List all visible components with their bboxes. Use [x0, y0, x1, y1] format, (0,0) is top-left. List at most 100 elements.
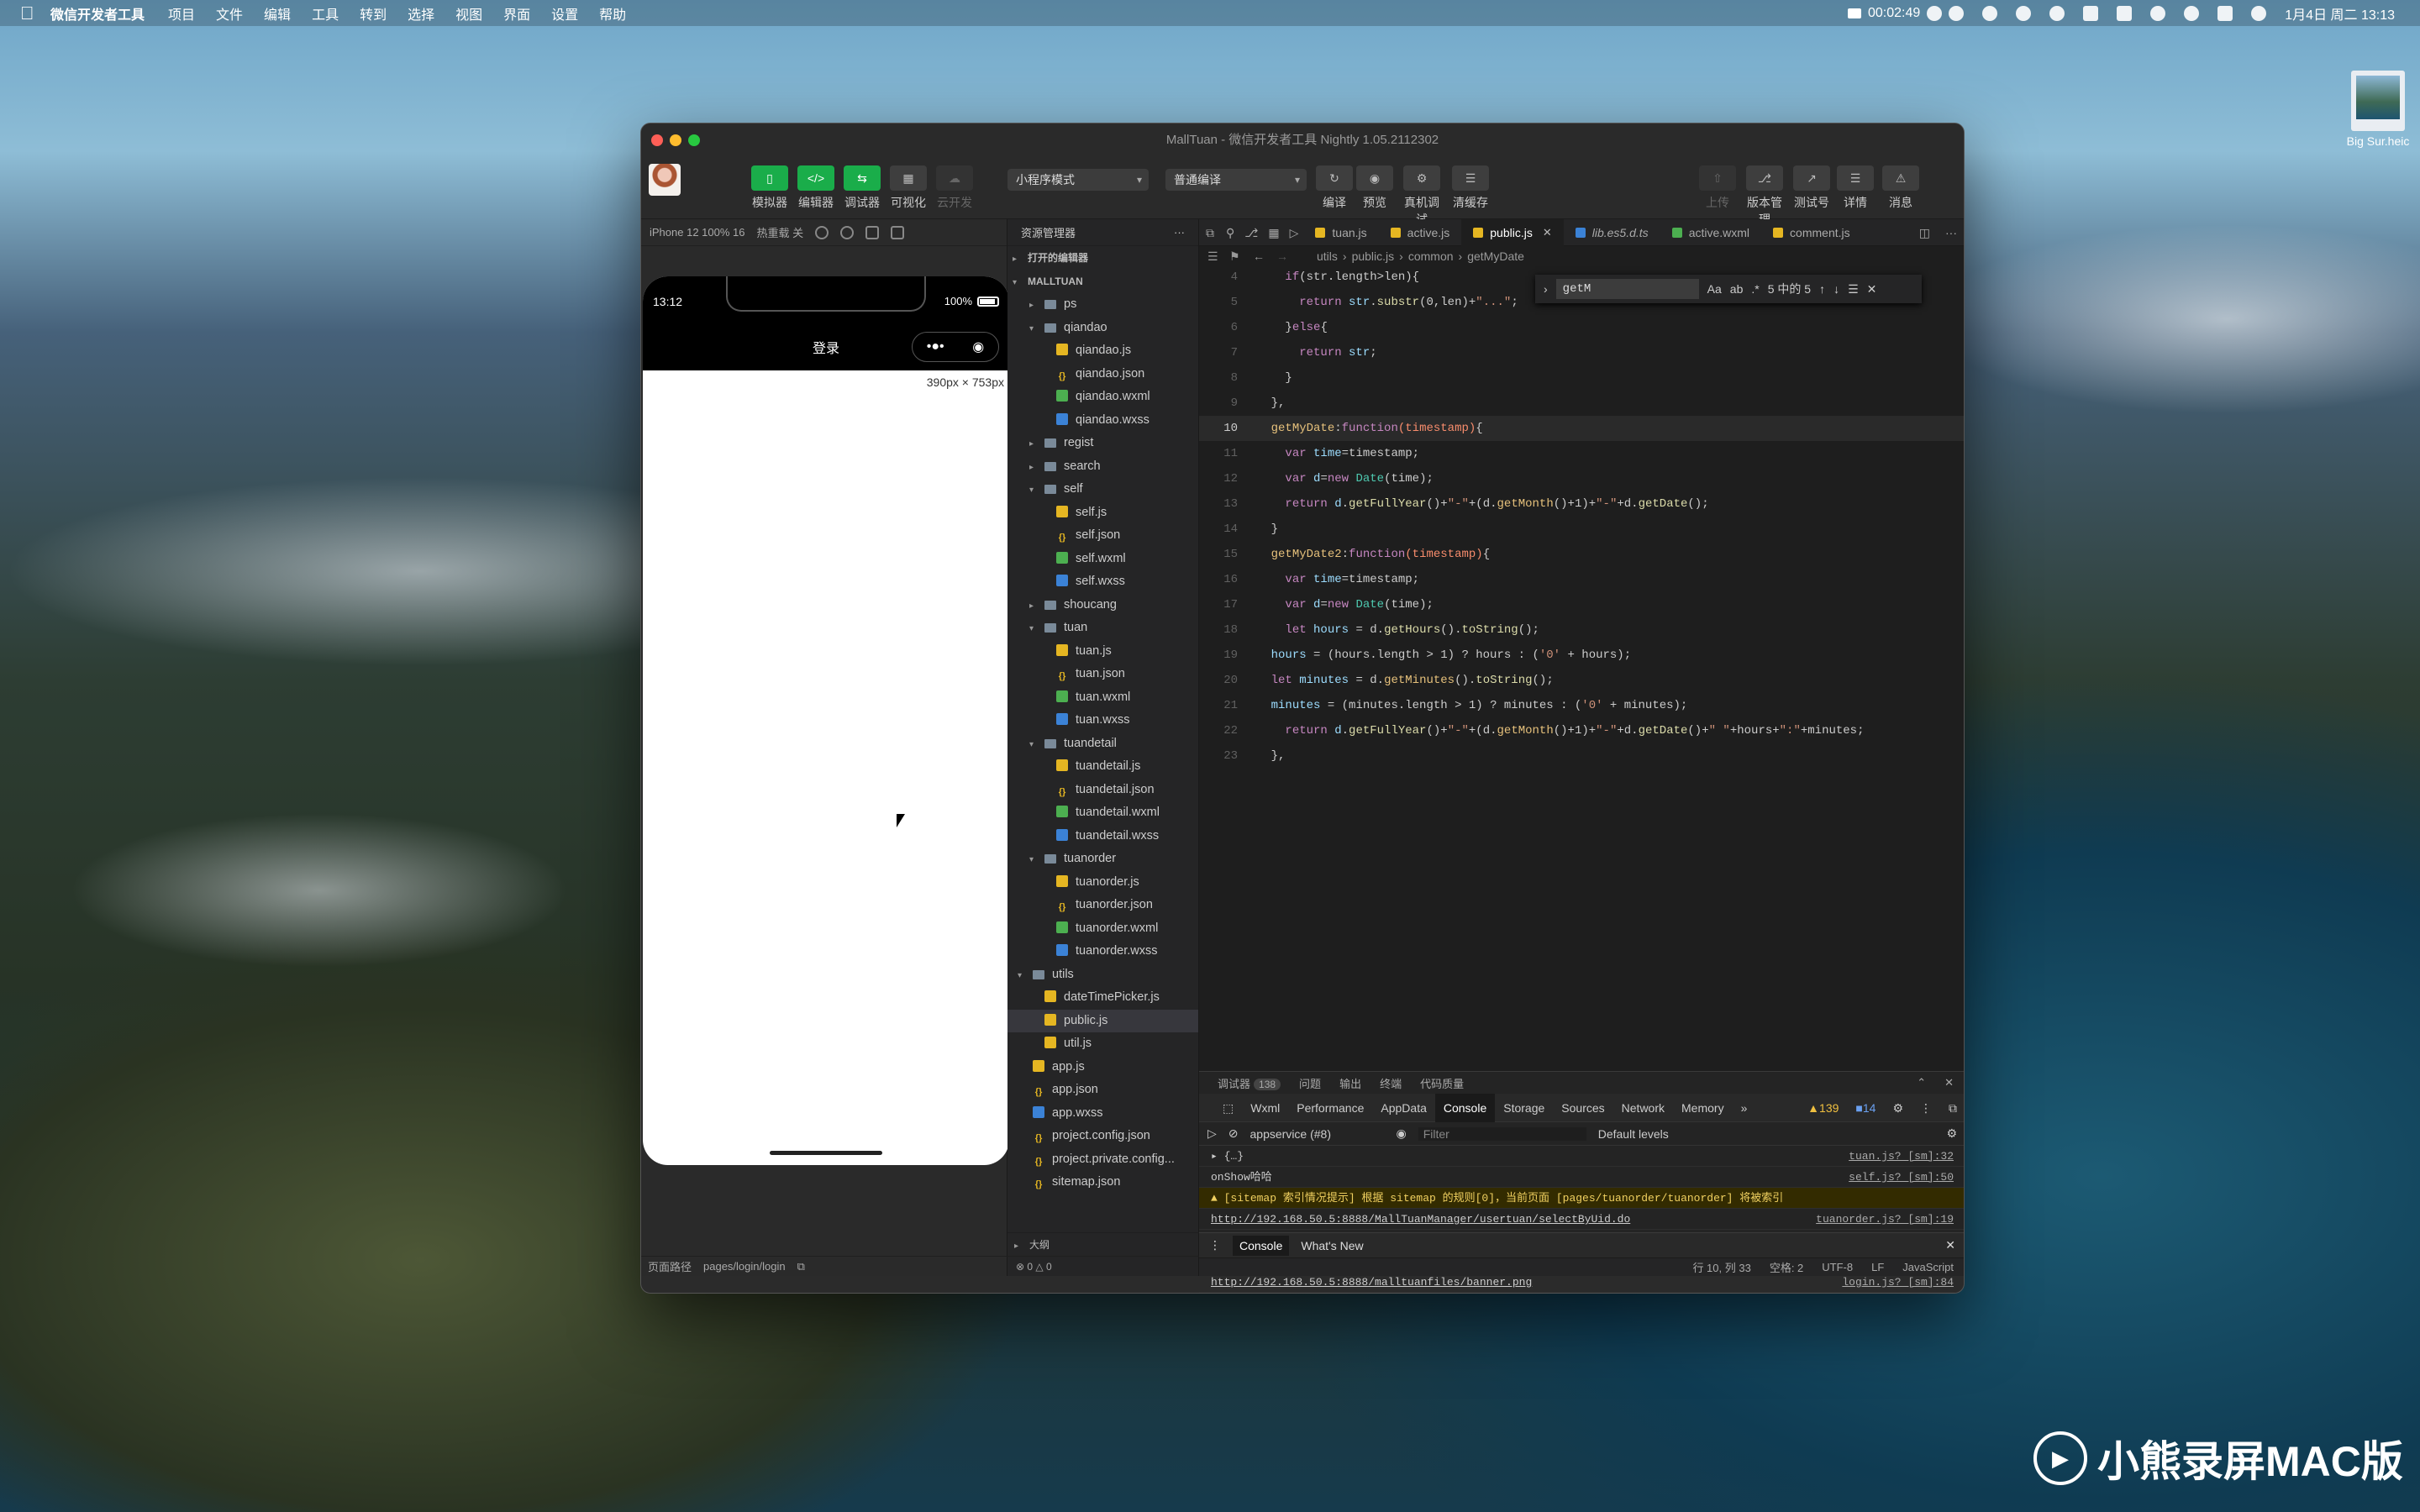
visual-button[interactable]: ▦ 可视化: [887, 165, 929, 211]
console-log-entry[interactable]: http://192.168.50.5:8888/MallTuanManager…: [1199, 1209, 1964, 1230]
code-area[interactable]: 4 if(str.length>len){5 return str.substr…: [1199, 270, 1964, 765]
editor-tab[interactable]: active.wxml: [1660, 219, 1761, 246]
tab-wxml[interactable]: Wxml: [1242, 1094, 1288, 1122]
console-log-entry[interactable]: ▸ {…} tuan.js? [sm]:32: [1199, 1146, 1964, 1167]
zoom-window-button[interactable]: [688, 134, 700, 146]
search-icon[interactable]: [2150, 5, 2166, 21]
inspect-icon[interactable]: ⬚: [1214, 1094, 1242, 1122]
kebab-menu-icon[interactable]: ⋮: [1912, 1094, 1940, 1122]
file-item[interactable]: {} project.config.json: [1007, 1125, 1198, 1148]
open-editors-section[interactable]: ▸ 打开的编辑器: [1007, 246, 1198, 270]
editor-button[interactable]: </> 编辑器: [795, 165, 837, 211]
more-dots-icon[interactable]: •●•: [927, 339, 944, 354]
problems-summary[interactable]: ⊗ 0 △ 0: [1007, 1256, 1199, 1276]
tab-performance[interactable]: Performance: [1288, 1094, 1372, 1122]
device-select[interactable]: iPhone 12 100% 16: [650, 226, 744, 239]
avatar[interactable]: [649, 164, 681, 196]
code-line[interactable]: 11 var time=timestamp;: [1199, 441, 1964, 466]
settings-gear-icon[interactable]: ⚙: [1884, 1094, 1912, 1122]
device-icon[interactable]: [865, 225, 880, 239]
code-line[interactable]: 17 var d=new Date(time);: [1199, 592, 1964, 617]
log-source-link[interactable]: tuan.js? [sm]:32: [1849, 1146, 1954, 1167]
editor-tab[interactable]: lib.es5.d.ts: [1564, 219, 1660, 246]
minimize-window-button[interactable]: [670, 134, 681, 146]
bookmark-icon[interactable]: ⚑: [1229, 249, 1240, 264]
split-files-icon[interactable]: ⧉: [1199, 219, 1221, 246]
back-icon[interactable]: ←: [1253, 249, 1265, 263]
apple-icon[interactable]: : [20, 3, 37, 22]
menu-app-name[interactable]: 微信开发者工具: [50, 3, 145, 24]
file-item[interactable]: {} tuanorder.json: [1007, 894, 1198, 917]
code-line[interactable]: 14 }: [1199, 517, 1964, 542]
folder-item[interactable]: ▾ utils: [1007, 963, 1198, 987]
file-item[interactable]: qiandao.wxml: [1007, 386, 1198, 409]
siri-icon[interactable]: [2251, 5, 2267, 21]
breadcrumb-object[interactable]: common: [1408, 249, 1454, 263]
indent-setting[interactable]: 空格: 2: [1770, 1259, 1803, 1275]
tab-problems[interactable]: 问题: [1299, 1075, 1321, 1091]
grid-app-icon[interactable]: [2083, 5, 2099, 21]
close-icon[interactable]: ✕: [1867, 282, 1877, 297]
breadcrumb-file[interactable]: public.js: [1352, 249, 1395, 263]
tab-code-quality[interactable]: 代码质量: [1420, 1075, 1464, 1091]
file-item[interactable]: util.js: [1007, 1032, 1198, 1056]
log-levels-select[interactable]: Default levels: [1598, 1127, 1669, 1141]
page-path-label[interactable]: 页面路径: [648, 1258, 692, 1274]
code-line[interactable]: 12 var d=new Date(time);: [1199, 466, 1964, 491]
folder-item[interactable]: ▾ tuandetail: [1007, 732, 1198, 756]
list-icon[interactable]: ☰: [1207, 249, 1218, 264]
context-select[interactable]: appservice (#8): [1250, 1127, 1385, 1141]
code-line[interactable]: 16 var time=timestamp;: [1199, 567, 1964, 592]
log-source-link[interactable]: self.js? [sm]:50: [1849, 1167, 1954, 1188]
drawer-tab-whats-new[interactable]: What's New: [1301, 1239, 1363, 1252]
file-item[interactable]: tuanorder.js: [1007, 871, 1198, 895]
code-line[interactable]: 9 },: [1199, 391, 1964, 416]
tab-memory[interactable]: Memory: [1673, 1094, 1733, 1122]
code-line[interactable]: 7 return str;: [1199, 340, 1964, 365]
file-item[interactable]: {} self.json: [1007, 524, 1198, 548]
more-icon[interactable]: ···: [1937, 219, 1964, 246]
compile-button[interactable]: ↻ 编译: [1313, 165, 1355, 211]
language-mode[interactable]: JavaScript: [1902, 1261, 1954, 1273]
file-item[interactable]: {} qiandao.json: [1007, 363, 1198, 386]
forward-icon[interactable]: →: [1276, 249, 1288, 263]
details-button[interactable]: ☰ 详情: [1834, 165, 1876, 211]
miniprogram-capsule[interactable]: •●• ◉: [912, 332, 999, 362]
folder-item[interactable]: ▾ self: [1007, 478, 1198, 501]
code-line[interactable]: 10 getMyDate:function(timestamp){: [1199, 416, 1964, 441]
log-link[interactable]: http://192.168.50.5:8888/MallTuanManager…: [1211, 1213, 1630, 1226]
code-line[interactable]: 8 }: [1199, 365, 1964, 391]
file-item[interactable]: tuan.wxss: [1007, 709, 1198, 732]
code-line[interactable]: 15 getMyDate2:function(timestamp){: [1199, 542, 1964, 567]
tab-debugger[interactable]: 调试器 138: [1218, 1075, 1281, 1091]
upload-button[interactable]: ⇧ 上传: [1697, 165, 1739, 211]
editor-tab[interactable]: tuan.js: [1303, 219, 1378, 246]
folder-item[interactable]: ▸ ps: [1007, 293, 1198, 317]
file-item[interactable]: {} tuan.json: [1007, 663, 1198, 686]
close-window-button[interactable]: [651, 134, 663, 146]
file-item[interactable]: self.js: [1007, 501, 1198, 525]
search-icon[interactable]: ⚲: [1221, 219, 1239, 246]
file-item[interactable]: {} app.json: [1007, 1079, 1198, 1102]
clear-cache-button[interactable]: ☰ 清缓存: [1449, 165, 1491, 211]
code-line[interactable]: 13 return d.getFullYear()+"-"+(d.getMont…: [1199, 491, 1964, 517]
tab-terminal[interactable]: 终端: [1380, 1075, 1402, 1091]
test-account-button[interactable]: ↗ 测试号: [1791, 165, 1833, 211]
console-filter-input[interactable]: Filter: [1418, 1126, 1586, 1141]
line-ending[interactable]: LF: [1871, 1261, 1884, 1273]
editor-tab[interactable]: comment.js: [1761, 219, 1862, 246]
cloud-dev-button[interactable]: ☁ 云开发: [934, 165, 976, 211]
console-log-entry[interactable]: onShow哈哈 self.js? [sm]:50: [1199, 1167, 1964, 1188]
folder-item[interactable]: ▾ qiandao: [1007, 317, 1198, 340]
file-item[interactable]: public.js: [1007, 1009, 1198, 1032]
tab-sources[interactable]: Sources: [1553, 1094, 1612, 1122]
menu-item-help[interactable]: 帮助: [599, 3, 626, 24]
file-item[interactable]: app.js: [1007, 1056, 1198, 1079]
close-icon[interactable]: ✕: [1944, 1076, 1954, 1089]
debug-icon[interactable]: ▷: [1285, 219, 1304, 246]
code-line[interactable]: 6 }else{: [1199, 315, 1964, 340]
info-count[interactable]: ■14: [1847, 1094, 1884, 1122]
code-line[interactable]: 18 let hours = d.getHours().toString();: [1199, 617, 1964, 643]
file-item[interactable]: tuandetail.js: [1007, 755, 1198, 779]
code-line[interactable]: 19 hours = (hours.length > 1) ? hours : …: [1199, 643, 1964, 668]
